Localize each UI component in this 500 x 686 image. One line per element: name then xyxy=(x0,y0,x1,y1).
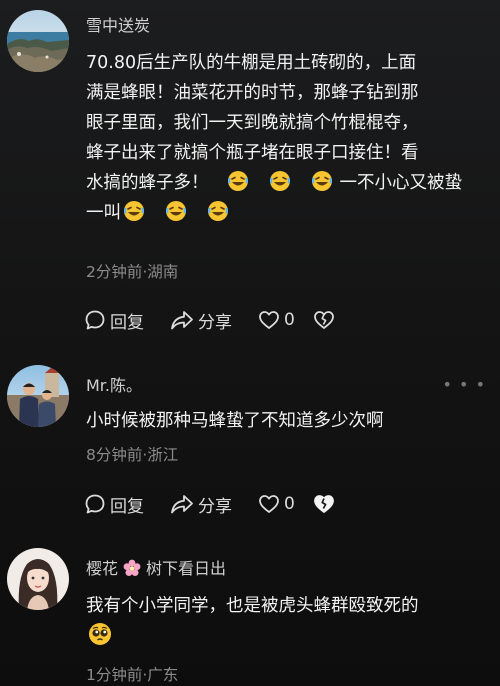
avatar-girl-portrait xyxy=(7,548,69,610)
comment-item: 樱花 树下看日出 我有个小学同学，也是被虎头蜂群殴致死的 1分钟前·广东 xyxy=(0,535,500,686)
comment-text-line: 水搞的蜂子多！ 一不小心又被蛰 xyxy=(86,168,488,198)
reply-button[interactable]: 回复 xyxy=(84,307,144,333)
comment-text-segment: 一叫 xyxy=(86,203,121,223)
pleading-face-emoji-icon xyxy=(88,622,112,656)
username-text: 樱花 xyxy=(86,559,119,578)
share-arrow-icon xyxy=(171,311,193,330)
comment-item: Mr.陈。 • • • 小时候被那种马蜂蛰了不知道多少次啊 8分钟前·浙江 回复… xyxy=(0,345,500,535)
comment-text-line: 70.80后生产队的牛棚是用土砖砌的，上面 xyxy=(86,53,417,73)
broken-heart-icon xyxy=(314,495,334,513)
cherry-blossom-emoji-icon xyxy=(123,559,141,581)
like-button[interactable]: 0 xyxy=(258,491,295,517)
heart-icon xyxy=(259,495,279,513)
like-button[interactable]: 0 xyxy=(258,307,295,333)
share-button[interactable]: 分享 xyxy=(170,307,232,333)
comment-item: 雪中送炭 70.80后生产队的牛棚是用土砖砌的，上面 满是蜂眼！油菜花开的时节，… xyxy=(0,0,500,345)
username-text: 树下看日出 xyxy=(146,559,227,578)
username[interactable]: 樱花 树下看日出 xyxy=(86,555,226,581)
comment-text-segment: 水搞的蜂子多！ xyxy=(86,173,209,193)
comment-meta: 2分钟前·湖南 xyxy=(86,263,179,281)
ellipsis-icon[interactable]: • • • xyxy=(443,375,486,394)
comment-text-segment: 一不小心又被蛰 xyxy=(339,173,463,193)
heart-icon xyxy=(259,311,279,329)
like-count: 0 xyxy=(284,494,295,514)
like-count: 0 xyxy=(284,310,295,330)
comment-text-line: 我有个小学同学，也是被虎头蜂群殴致死的 xyxy=(86,596,419,616)
reply-label: 回复 xyxy=(110,496,144,517)
share-label: 分享 xyxy=(198,312,232,333)
comment-text-line: 一叫 xyxy=(86,198,488,228)
comment-actions: 回复 分享 0 xyxy=(84,491,344,517)
comment-text: 70.80后生产队的牛棚是用土砖砌的，上面 满是蜂眼！油菜花开的时节，那蜂子钻到… xyxy=(86,48,488,228)
reply-bubble-icon xyxy=(85,494,105,514)
reply-button[interactable]: 回复 xyxy=(84,491,144,517)
comment-text: 小时候被那种马蜂蛰了不知道多少次啊 xyxy=(86,411,384,431)
comment-text-line: 满是蜂眼！油菜花开的时节，那蜂子钻到那 xyxy=(86,83,419,103)
avatar-kids-photo xyxy=(7,365,69,427)
username[interactable]: 雪中送炭 xyxy=(86,12,150,36)
share-arrow-icon xyxy=(171,495,193,514)
rolling-laughing-emoji-icon xyxy=(207,200,229,222)
comment-text: 我有个小学同学，也是被虎头蜂群殴致死的 xyxy=(86,591,488,651)
reply-bubble-icon xyxy=(85,310,105,330)
rolling-laughing-emoji-icon xyxy=(311,170,333,192)
comment-text-line: 蜂子出来了就搞个瓶子堵在眼子口接住！看 xyxy=(86,143,419,163)
rolling-laughing-emoji-icon xyxy=(165,200,187,222)
comment-text-line xyxy=(86,621,488,651)
dislike-button[interactable] xyxy=(313,491,335,517)
username[interactable]: Mr.陈。 xyxy=(86,372,142,396)
comment-actions: 回复 分享 0 xyxy=(84,307,344,333)
dislike-button[interactable] xyxy=(313,307,335,333)
rolling-laughing-emoji-icon xyxy=(123,200,145,222)
rolling-laughing-emoji-icon xyxy=(227,170,249,192)
avatar[interactable] xyxy=(7,548,69,610)
comment-meta: 1分钟前·广东 xyxy=(86,666,179,684)
avatar-coast-image xyxy=(7,10,69,72)
broken-heart-icon xyxy=(314,311,334,329)
comment-meta: 8分钟前·浙江 xyxy=(86,446,179,464)
share-button[interactable]: 分享 xyxy=(170,491,232,517)
avatar[interactable] xyxy=(7,365,69,427)
reply-label: 回复 xyxy=(110,312,144,333)
comment-text-line: 眼子里面，我们一天到晚就搞个竹棍棍夺， xyxy=(86,113,419,133)
rolling-laughing-emoji-icon xyxy=(269,170,291,192)
avatar[interactable] xyxy=(7,10,69,72)
share-label: 分享 xyxy=(198,496,232,517)
